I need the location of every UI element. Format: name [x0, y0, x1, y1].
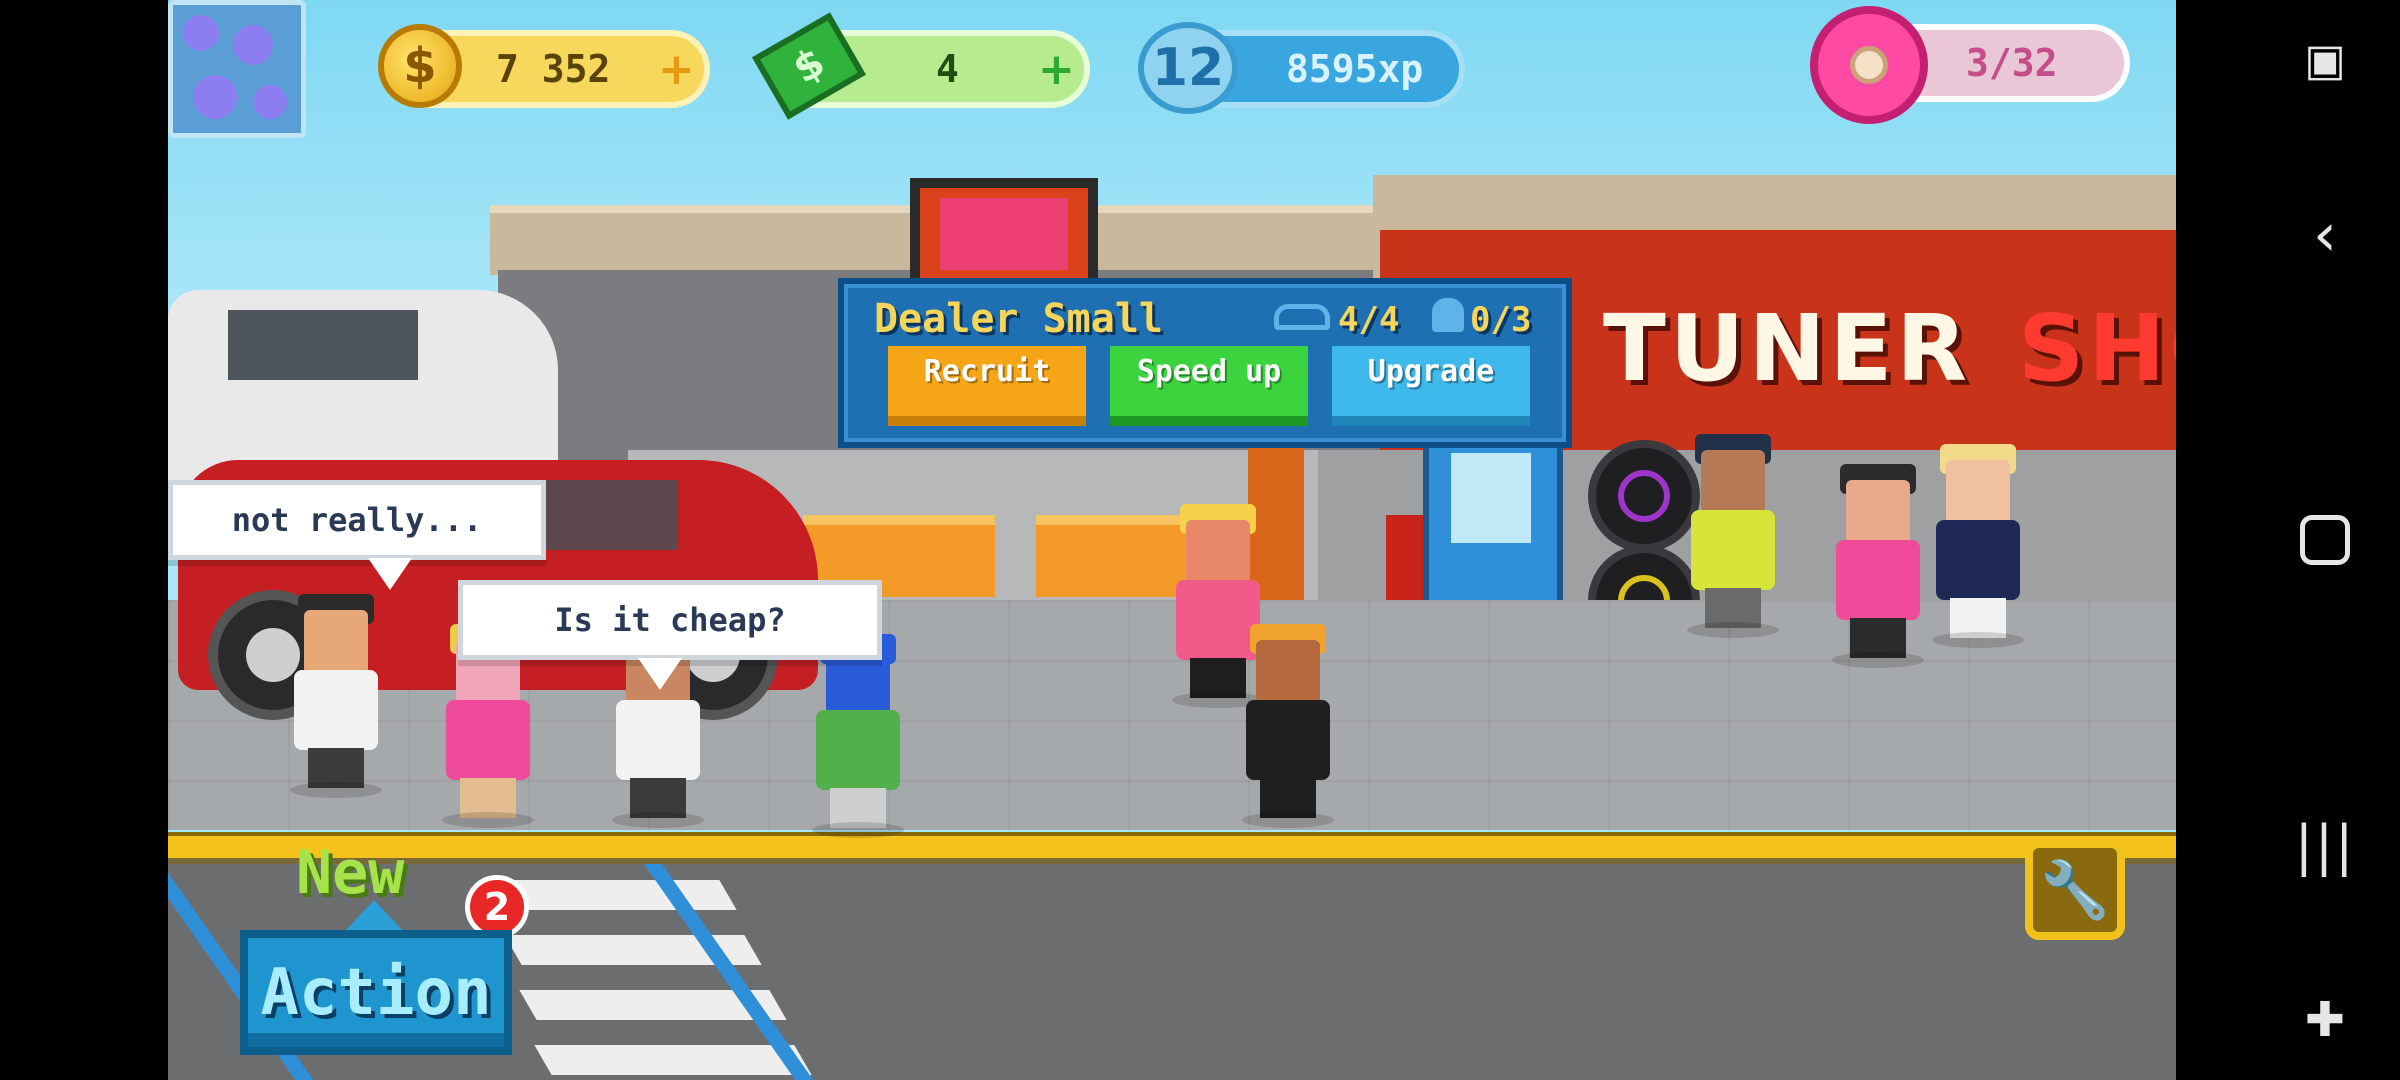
tuner-customer-character[interactable] [1828, 464, 1928, 670]
speech-text: Is it cheap? [554, 601, 786, 639]
gamepad-icon[interactable]: ✚ [2290, 985, 2360, 1055]
system-nav-bar [2176, 0, 2400, 1080]
speech-bubble-right: Is it cheap? [458, 580, 882, 660]
tuner-sign-text: TUNER [1603, 295, 1972, 402]
dealer-logo-icon [940, 198, 1068, 270]
plus-icon[interactable]: + [658, 44, 695, 95]
car-icon [1274, 304, 1330, 330]
tuner-customer-character[interactable] [1928, 444, 2028, 650]
coin-icon: $ [378, 24, 462, 108]
left-letterbox [0, 0, 168, 1080]
dealer-character[interactable] [1238, 624, 1338, 830]
player-avatar[interactable] [168, 0, 306, 138]
arrow-up-icon [344, 900, 404, 932]
game-scene[interactable]: TUNER SHO [168, 0, 2176, 1080]
dealer-sign [910, 178, 1098, 288]
donut-icon [1810, 6, 1928, 124]
customer-character[interactable] [438, 624, 538, 830]
staff-icon [1432, 298, 1464, 332]
plus-icon[interactable]: + [1038, 44, 1075, 95]
action-button[interactable]: Action [240, 930, 512, 1055]
building-title: Dealer Small [874, 296, 1163, 342]
cars-count: 4/4 [1338, 300, 1400, 340]
tuner-customer-character[interactable] [1683, 434, 1783, 640]
speech-bubble-left: not really... [168, 480, 546, 560]
vending-machine [1423, 425, 1563, 620]
customer-character[interactable] [286, 594, 386, 800]
recruit-button[interactable]: Recruit [888, 346, 1086, 426]
coins-value: 7 352 [496, 47, 611, 91]
level-icon: 12 [1138, 22, 1238, 114]
screenshot-icon[interactable]: ▣ [2290, 25, 2360, 95]
staff-count: 0/3 [1470, 300, 1532, 340]
speed-up-button[interactable]: Speed up [1110, 346, 1308, 426]
speech-text: not really... [231, 501, 483, 539]
recents-icon[interactable]: ||| [2290, 810, 2360, 880]
tuner-sign-text-2: SHO [2018, 295, 2176, 402]
wrench-icon[interactable]: 🔧 [2025, 840, 2125, 940]
donuts-value: 3/32 [1966, 41, 2058, 85]
customer-character[interactable] [808, 634, 908, 840]
cash-value: 4 [936, 47, 959, 91]
new-label: New [296, 838, 405, 908]
upgrade-button[interactable]: Upgrade [1332, 346, 1530, 426]
home-icon[interactable] [2290, 505, 2360, 575]
curb [168, 832, 2176, 864]
back-icon[interactable]: ‹ [2290, 200, 2360, 270]
xp-value: 8595xp [1286, 47, 1424, 91]
crosswalk-stripe [534, 1045, 812, 1075]
building-panel[interactable]: Dealer Small 4/4 0/3 Recruit Speed up Up… [838, 278, 1572, 448]
